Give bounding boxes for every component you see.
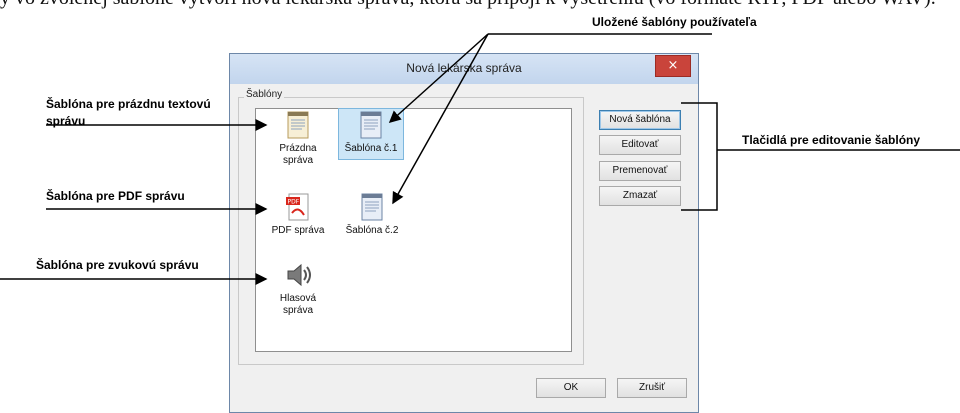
new-template-button[interactable]: Nová šablóna [599, 110, 681, 130]
annotation-user-templates: Uložené šablóny používateľa [592, 15, 757, 29]
template-label: Šablóna č.1 [344, 143, 398, 154]
annotation-audio-template: Šablóna pre zvukovú správu [36, 258, 199, 272]
pdf-icon: PDF [286, 193, 309, 221]
title-bar: Nová lekárska správa × [230, 54, 698, 84]
document-icon [287, 111, 309, 139]
template-label: Hlasová správa [279, 293, 317, 316]
rename-button[interactable]: Premenovať [599, 161, 681, 181]
top-cut-text: y vo zvolenej šablóne vytvorí nová lekár… [0, 0, 960, 9]
annotation-pdf-template: Šablóna pre PDF správu [46, 189, 185, 203]
svg-text:PDF: PDF [288, 199, 300, 206]
template-label: Prázdna správa [279, 143, 317, 166]
template-item-empty[interactable]: Prázdna správa [265, 109, 331, 167]
annotation-edit-buttons: Tlačidlá pre editovanie šablóny [742, 133, 921, 147]
template-item-1[interactable]: Šablóna č.1 [338, 108, 404, 160]
edit-button[interactable]: Editovať [599, 135, 681, 155]
dialog-title: Nová lekárska správa [406, 61, 522, 75]
template-label: PDF správa [271, 225, 325, 236]
template-item-pdf[interactable]: PDF PDF správa [265, 191, 331, 237]
close-button[interactable]: × [655, 55, 691, 77]
annotation-empty-template: Šablóna pre prázdnu textovú správu [46, 97, 211, 128]
document-icon [361, 193, 383, 221]
speaker-icon [287, 263, 311, 287]
templates-group-label: Šablóny [244, 89, 285, 100]
template-item-voice[interactable]: Hlasová správa [265, 259, 331, 317]
document-icon [360, 111, 382, 139]
template-item-2[interactable]: Šablóna č.2 [339, 191, 405, 237]
cancel-button[interactable]: Zrušiť [617, 378, 687, 398]
templates-list: Prázdna správa Šablóna č.1 PDF PDF správ… [255, 108, 572, 352]
template-label: Šablóna č.2 [345, 225, 399, 236]
delete-button[interactable]: Zmazať [599, 186, 681, 206]
ok-button[interactable]: OK [536, 378, 606, 398]
